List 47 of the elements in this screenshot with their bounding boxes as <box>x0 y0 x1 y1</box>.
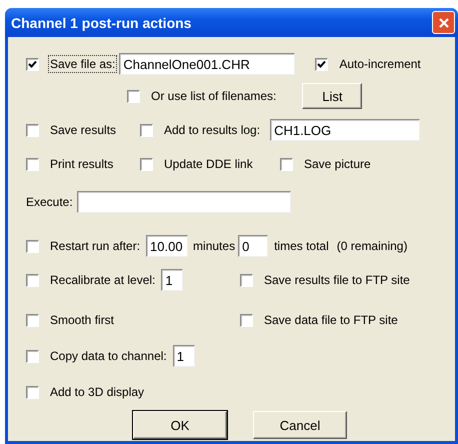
checkbox-label: Add to results log: <box>163 122 262 139</box>
execute-field[interactable] <box>76 191 291 213</box>
channel-field[interactable]: 1 <box>172 345 195 367</box>
checkbox-label: Save results <box>49 122 118 139</box>
checkbox[interactable] <box>140 124 153 136</box>
checkbox-label: Update DDE link <box>163 156 254 173</box>
close-button[interactable] <box>432 11 455 34</box>
window-title: Channel 1 post-run actions <box>11 14 192 30</box>
checkbox-label: Print results <box>49 156 114 173</box>
execute-label: Execute: <box>26 195 73 209</box>
checkbox[interactable] <box>26 350 39 362</box>
remaining-count: (0 remaining) <box>336 239 408 253</box>
list-button[interactable]: List <box>302 83 362 109</box>
filename-field[interactable]: ChannelOne001.CHR <box>119 53 296 75</box>
checkbox[interactable] <box>26 274 39 286</box>
checkbox-label: Recalibrate at level: <box>49 272 156 289</box>
checkbox[interactable] <box>240 274 253 286</box>
ok-button[interactable]: OK <box>133 411 227 439</box>
checkbox-label: Copy data to channel: <box>49 348 168 365</box>
checkbox[interactable] <box>26 386 39 398</box>
checkbox-label: Add to 3D display <box>49 384 146 401</box>
checkbox[interactable] <box>26 124 39 136</box>
level-field[interactable]: 1 <box>161 269 184 291</box>
checkbox[interactable] <box>26 314 39 326</box>
checkbox-label: Save results file to FTP site <box>263 272 411 289</box>
minutes-field[interactable]: 10.00 <box>146 235 188 257</box>
close-icon <box>438 16 450 28</box>
minutes-label: minutes <box>193 239 236 253</box>
checkbox[interactable] <box>240 314 253 326</box>
checkbox[interactable] <box>26 240 39 252</box>
checkbox[interactable] <box>315 58 328 70</box>
log-field[interactable]: CH1.LOG <box>270 119 420 141</box>
times-label: times total <box>274 239 329 253</box>
checkbox[interactable] <box>127 90 140 102</box>
checkbox-label: Or use list of filenames: <box>150 88 278 105</box>
cancel-button[interactable]: Cancel <box>253 411 347 439</box>
checkbox[interactable] <box>26 158 39 170</box>
checkbox[interactable] <box>280 158 293 170</box>
checkbox-label: Smooth first <box>49 312 116 329</box>
checkbox-label: Save picture <box>303 156 372 173</box>
checkbox-label: Restart run after: <box>49 238 142 255</box>
times-field[interactable]: 0 <box>238 235 268 257</box>
checkbox-label: Save data file to FTP site <box>263 312 399 329</box>
checkbox-label: Save file as: <box>48 55 118 73</box>
checkbox-label: Auto-increment <box>338 56 422 73</box>
checkbox[interactable] <box>26 58 39 70</box>
checkbox[interactable] <box>140 158 153 170</box>
